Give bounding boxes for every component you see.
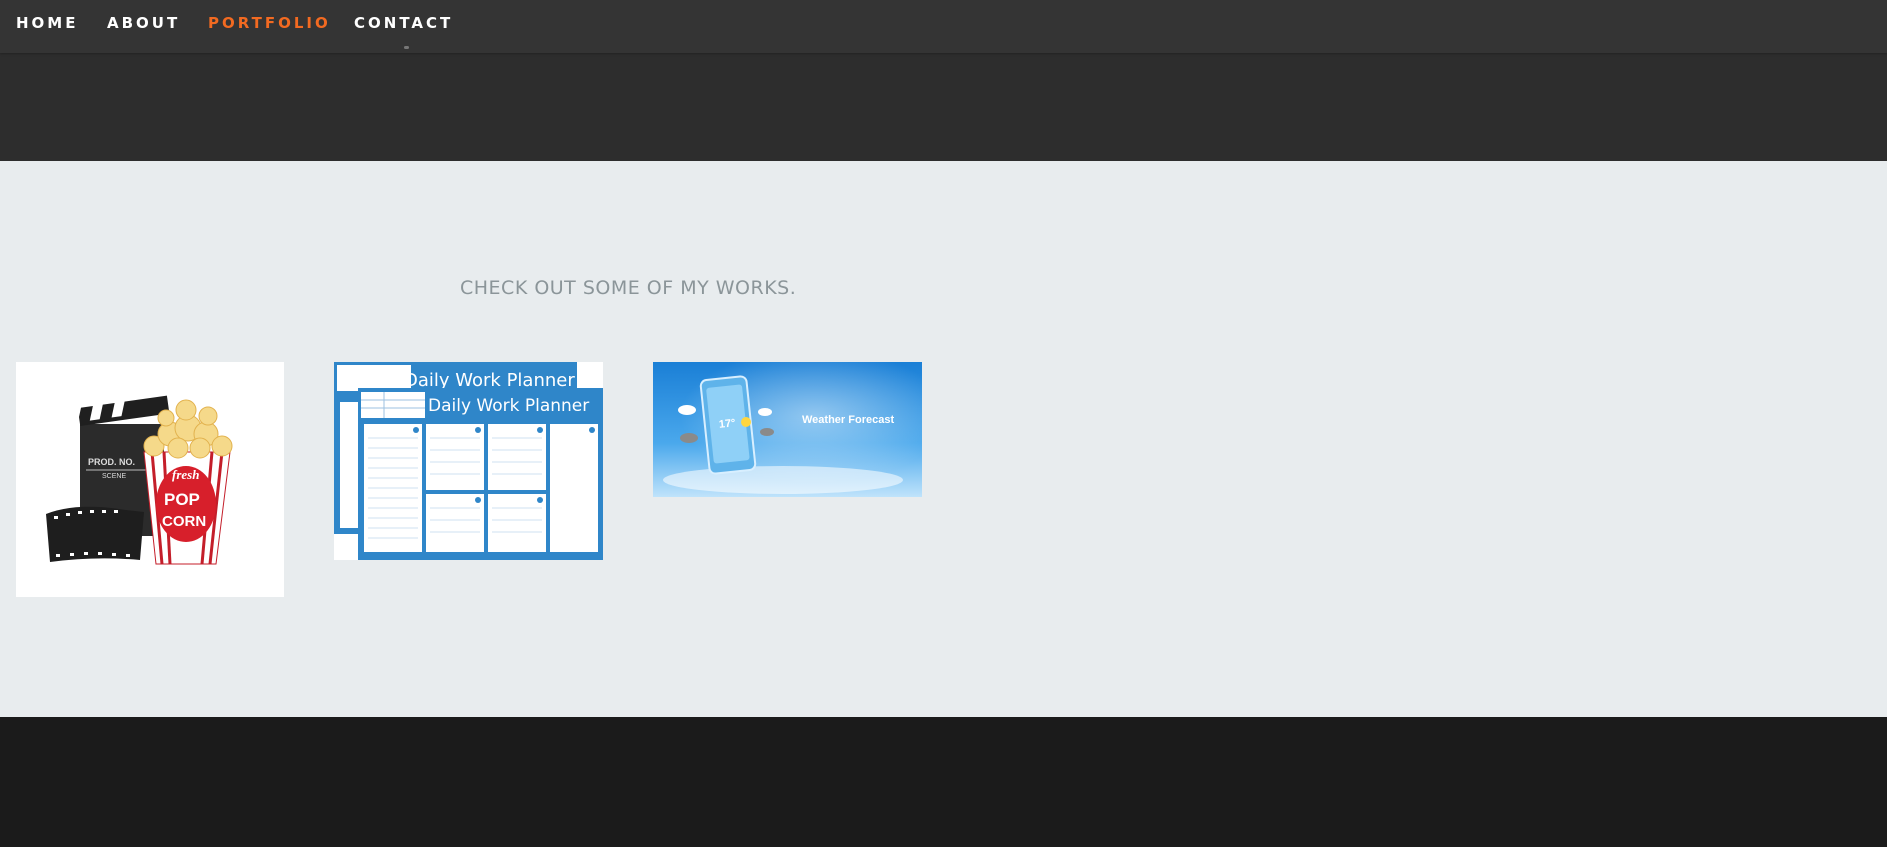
popcorn-corn-text: CORN <box>162 513 206 530</box>
stray-mark <box>404 46 409 49</box>
nav-portfolio-link[interactable]: PORTFOLIO <box>208 14 331 32</box>
top-navbar: HOME ABOUT PORTFOLIO CONTACT <box>0 0 1887 53</box>
page-footer <box>0 717 1887 847</box>
nav-about-link[interactable]: ABOUT <box>107 14 180 32</box>
weather-title: Weather Forecast <box>802 414 894 426</box>
nav-contact-link[interactable]: CONTACT <box>354 14 453 32</box>
slate-text: PROD. NO. <box>88 457 135 467</box>
daily-work-planner-image: Daily Work Planner Daily Work Planner <box>334 362 603 560</box>
weather-temperature: 17° <box>718 417 736 431</box>
popcorn-pop-text: POP <box>164 490 200 509</box>
slate-scene-text: SCENE <box>102 473 126 480</box>
planner-back-title: Daily Work Planner <box>404 370 575 391</box>
popcorn-fresh-text: fresh <box>172 467 199 482</box>
planner-front-title: Daily Work Planner <box>428 396 589 416</box>
portfolio-section: CHECK OUT SOME OF MY WORKS. PROD. NO. SC… <box>0 161 1887 717</box>
section-heading: CHECK OUT SOME OF MY WORKS. <box>460 277 797 299</box>
nav-home-link[interactable]: HOME <box>16 14 78 32</box>
movie-popcorn-image: PROD. NO. SCENE fresh POP CORN <box>16 362 284 597</box>
portfolio-item-movie[interactable]: PROD. NO. SCENE fresh POP CORN <box>16 362 284 597</box>
portfolio-item-planner[interactable]: Daily Work Planner Daily Work Planner <box>334 362 603 560</box>
portfolio-item-weather[interactable]: 17° Weather Forecast <box>653 362 922 497</box>
weather-forecast-image: 17° Weather Forecast <box>653 362 922 497</box>
